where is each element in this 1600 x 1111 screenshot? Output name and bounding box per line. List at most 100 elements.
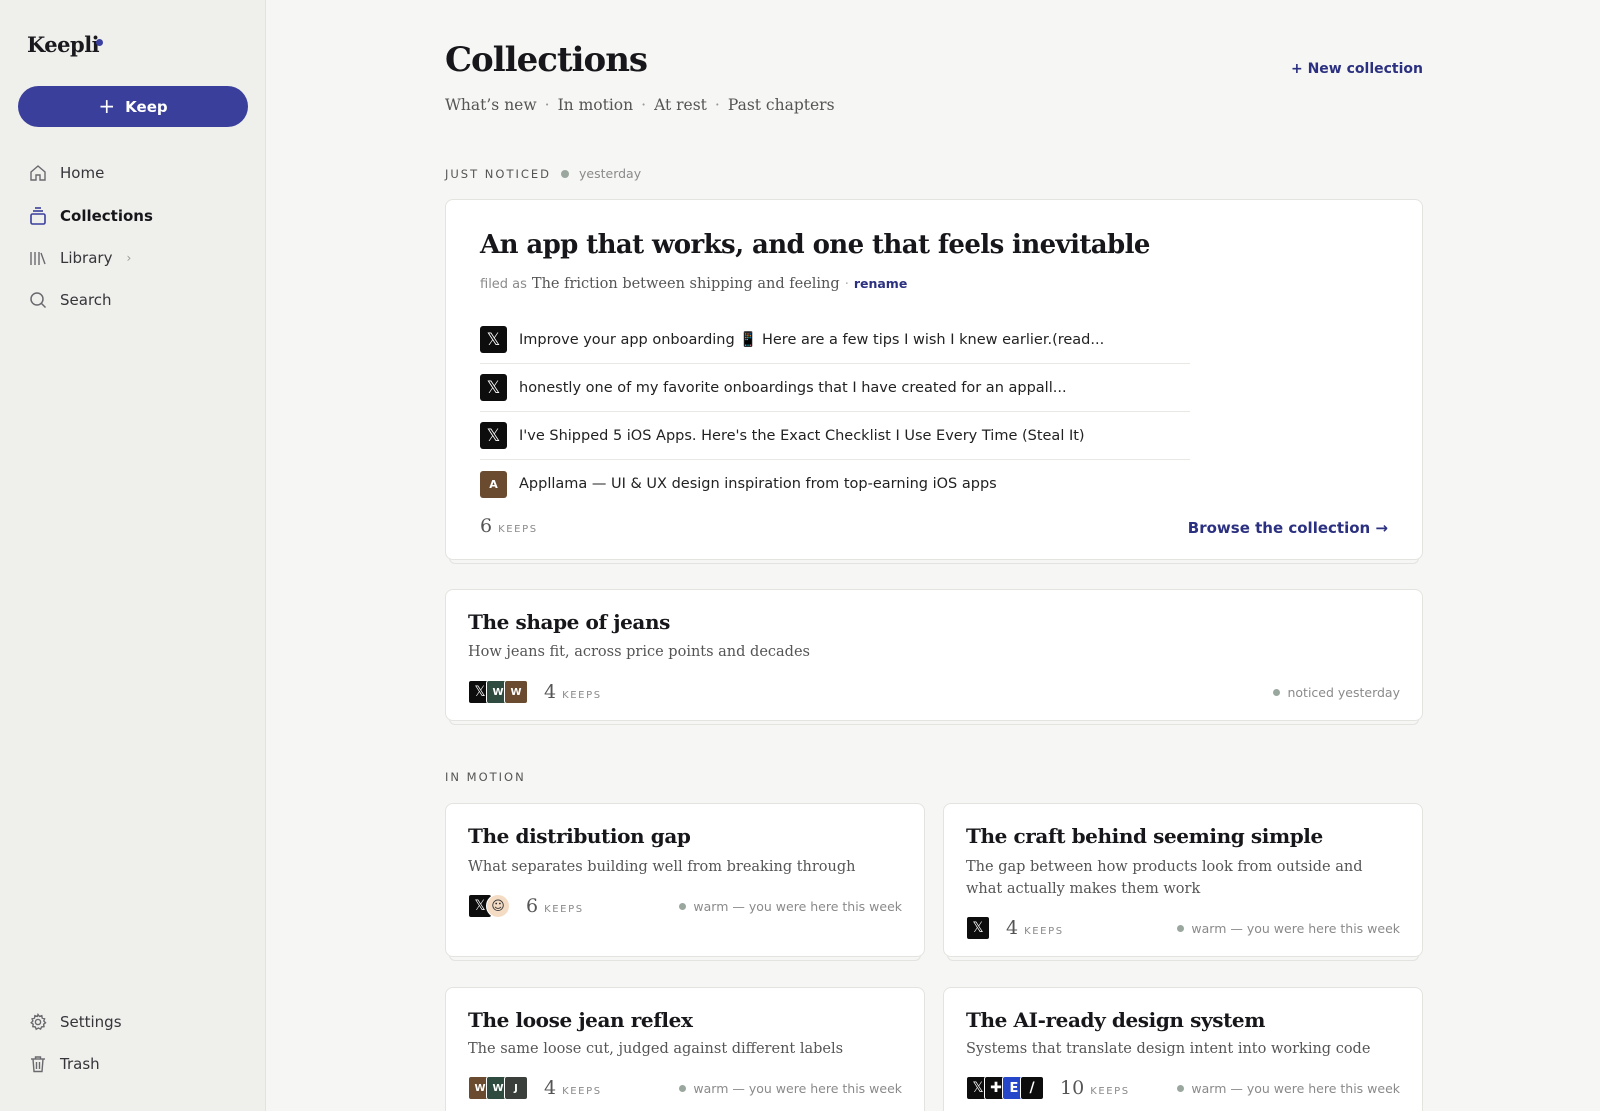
separator-dot: ·	[641, 96, 647, 114]
collection-subtitle: Systems that translate design intent int…	[966, 1041, 1371, 1057]
sidebar-item-label: Library	[60, 249, 113, 267]
plus-icon: +	[98, 93, 116, 118]
sidebar-item-label: Settings	[60, 1013, 122, 1031]
app-logo[interactable]: Keepli	[27, 32, 100, 57]
filed-as-line: filed as The friction between shipping a…	[480, 276, 907, 292]
sidebar-item-collections[interactable]: Collections	[28, 204, 153, 228]
keep-count-number: 4	[544, 1077, 557, 1099]
keep-count-label: KEEPS	[562, 1086, 602, 1097]
source-avatars: W W J	[468, 1076, 528, 1100]
collection-subtitle: The gap between how products look from o…	[966, 859, 1363, 897]
status-dot	[1177, 924, 1185, 932]
separator-dot: ·	[844, 277, 849, 292]
collection-subtitle: The same loose cut, judged against diffe…	[468, 1041, 844, 1057]
keep-count: 10 KEEPS	[1060, 1077, 1130, 1099]
x-logo-icon: 𝕏	[480, 326, 507, 353]
collection-card[interactable]: The shape of jeans How jeans fit, across…	[445, 589, 1423, 721]
keep-count-number: 10	[1060, 1077, 1085, 1099]
keep-count-number: 6	[480, 515, 493, 537]
section-title: JUST NOTICED	[445, 166, 552, 181]
keep-count-number: 6	[526, 895, 539, 917]
tab-in-motion[interactable]: In motion	[558, 96, 634, 114]
keep-button-label: Keep	[125, 97, 168, 116]
collection-title[interactable]: The loose jean reflex	[468, 1008, 693, 1032]
gear-icon	[28, 1012, 48, 1032]
collection-meta: 𝕏 ☺ 6 KEEPS warm — you were here this we…	[468, 894, 902, 918]
source-avatar-w: W	[504, 680, 528, 704]
collection-title[interactable]: The shape of jeans	[468, 610, 670, 634]
rename-link[interactable]: rename	[854, 276, 907, 291]
collection-card[interactable]: The AI-ready design system Systems that …	[943, 987, 1423, 1111]
section-time: yesterday	[579, 166, 642, 181]
source-avatars: 𝕏 ☺	[468, 894, 510, 918]
sidebar-item-label: Home	[60, 164, 105, 182]
status-label: warm — you were here this week	[1191, 920, 1400, 936]
featured-collection-card[interactable]: An app that works, and one that feels in…	[445, 199, 1423, 560]
keep-count: 6 KEEPS	[526, 895, 584, 917]
meta-left: 𝕏 4 KEEPS	[966, 916, 1064, 940]
keep-list: 𝕏 Improve your app onboarding 📱 Here are…	[480, 316, 1190, 508]
collection-card[interactable]: The loose jean reflex The same loose cut…	[445, 987, 925, 1111]
tab-past-chapters[interactable]: Past chapters	[728, 96, 835, 114]
keep-row[interactable]: 𝕏 honestly one of my favorite onboarding…	[480, 364, 1190, 412]
collection-title[interactable]: The distribution gap	[468, 824, 691, 848]
keep-title: Improve your app onboarding 📱 Here are a…	[519, 332, 1105, 348]
section-title: IN MOTION	[445, 770, 526, 784]
section-label-just-noticed: JUST NOTICED yesterday	[445, 166, 641, 181]
sidebar-item-trash[interactable]: Trash	[28, 1052, 100, 1076]
collection-title[interactable]: The AI-ready design system	[966, 1008, 1265, 1032]
collection-meta: 𝕏 ✚ E / 10 KEEPS warm — you were here th…	[966, 1076, 1400, 1100]
status-text: noticed yesterday	[1273, 685, 1400, 700]
sidebar-item-library[interactable]: Library ›	[28, 246, 131, 270]
tab-whats-new[interactable]: What’s new	[445, 96, 537, 114]
keep-count-label: KEEPS	[1090, 1086, 1130, 1097]
status-text: warm — you were here this week	[1177, 1081, 1400, 1096]
section-label-in-motion: IN MOTION	[445, 770, 526, 784]
trash-icon	[28, 1054, 48, 1074]
browse-collection-link[interactable]: Browse the collection →	[1188, 519, 1388, 537]
keep-count-label: KEEPS	[544, 904, 584, 915]
sidebar-item-settings[interactable]: Settings	[28, 1010, 122, 1034]
collection-subtitle: How jeans fit, across price points and d…	[468, 644, 810, 660]
collection-title[interactable]: An app that works, and one that feels in…	[480, 230, 1150, 260]
keep-button[interactable]: + Keep	[18, 86, 248, 127]
keep-count: 4 KEEPS	[544, 681, 602, 703]
chevron-right-icon: ›	[126, 251, 132, 265]
meta-left: 𝕏 ☺ 6 KEEPS	[468, 894, 584, 918]
x-logo-icon: 𝕏	[480, 422, 507, 449]
keep-row[interactable]: 𝕏 I've Shipped 5 iOS Apps. Here's the Ex…	[480, 412, 1190, 460]
meta-left: 𝕏 W W 4 KEEPS	[468, 680, 602, 704]
search-icon	[28, 290, 48, 310]
keep-count-number: 4	[544, 681, 557, 703]
keep-row[interactable]: 𝕏 Improve your app onboarding 📱 Here are…	[480, 316, 1190, 364]
new-collection-button[interactable]: + New collection	[1291, 61, 1423, 77]
status-dot	[561, 169, 570, 178]
keep-row[interactable]: A Appllama — UI & UX design inspiration …	[480, 460, 1190, 508]
sidebar-item-label: Trash	[60, 1055, 100, 1073]
sidebar: Keepli + Keep Home Collections Library ›…	[0, 0, 266, 1111]
tab-at-rest[interactable]: At rest	[654, 96, 707, 114]
collection-card[interactable]: The distribution gap What separates buil…	[445, 803, 925, 957]
sidebar-item-home[interactable]: Home	[28, 161, 104, 185]
face-avatar-icon: ☺	[486, 894, 510, 918]
status-text: warm — you were here this week	[1177, 921, 1400, 936]
filed-as-label: filed as	[480, 277, 527, 292]
collection-subtitle: What separates building well from breaki…	[468, 859, 856, 875]
keep-title: honestly one of my favorite onboardings …	[519, 379, 1067, 396]
source-avatars: 𝕏 W W	[468, 680, 528, 704]
collections-icon	[28, 206, 48, 226]
page-title: Collections	[445, 40, 648, 80]
meta-left: 𝕏 ✚ E / 10 KEEPS	[966, 1076, 1130, 1100]
status-text: warm — you were here this week	[679, 1081, 902, 1096]
keep-count-label: KEEPS	[1024, 926, 1064, 937]
source-avatars: 𝕏 ✚ E /	[966, 1076, 1044, 1100]
status-label: warm — you were here this week	[1191, 1080, 1400, 1096]
meta-left: W W J 4 KEEPS	[468, 1076, 602, 1100]
collection-card[interactable]: The craft behind seeming simple The gap …	[943, 803, 1423, 957]
keep-title: I've Shipped 5 iOS Apps. Here's the Exac…	[519, 427, 1085, 444]
keep-count-number: 4	[1006, 917, 1019, 939]
keep-title: Appllama — UI & UX design inspiration fr…	[519, 476, 997, 492]
sidebar-item-search[interactable]: Search	[28, 288, 112, 312]
collection-filter-tabs: What’s new · In motion · At rest · Past …	[445, 96, 835, 114]
collection-title[interactable]: The craft behind seeming simple	[966, 824, 1323, 848]
